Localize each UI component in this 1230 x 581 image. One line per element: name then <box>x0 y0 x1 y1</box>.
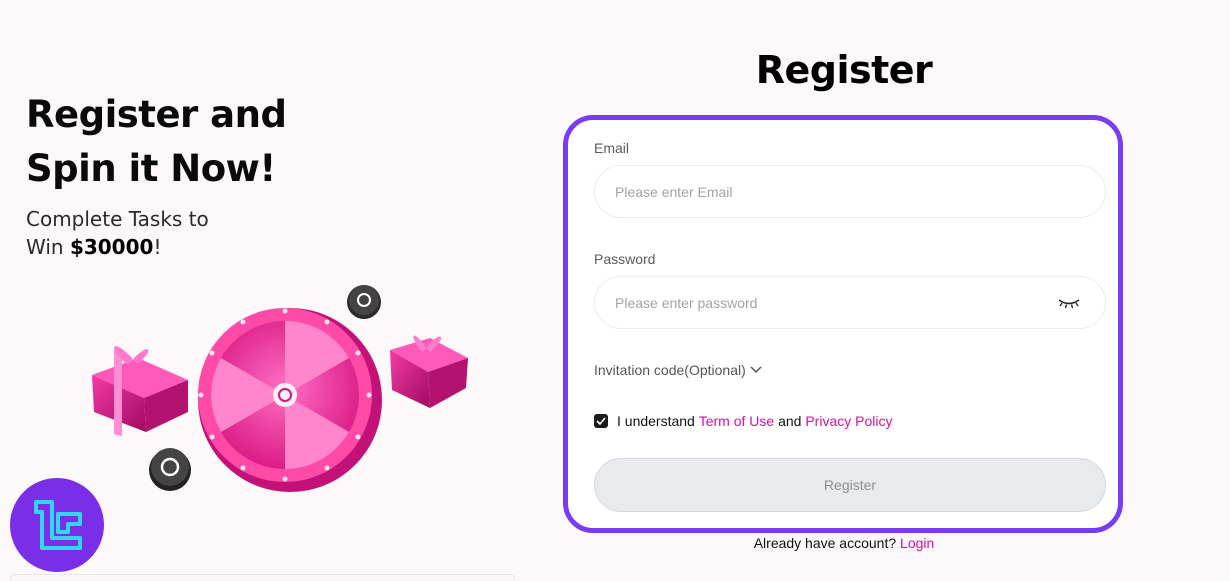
password-field-wrapper <box>594 276 1106 329</box>
password-label: Password <box>594 251 656 267</box>
agree-checkbox[interactable] <box>594 414 608 428</box>
email-label: Email <box>594 140 630 156</box>
have-account-text: Already have account? <box>753 535 901 551</box>
terms-link[interactable]: Term of Use <box>699 413 774 429</box>
and-text: and <box>774 413 806 429</box>
promo-title-line1: Register and <box>26 93 287 136</box>
gift-icon <box>92 346 188 437</box>
promo-title-line2: Spin it Now! <box>26 147 276 190</box>
promo-subtitle-line2: Win $30000! <box>26 235 162 259</box>
spin-wheel-icon <box>198 308 382 492</box>
invitation-code-toggle[interactable]: Invitation code(Optional) <box>594 362 762 378</box>
promo-subtitle: Complete Tasks to Win $30000! <box>26 205 286 261</box>
register-button[interactable]: Register <box>594 458 1106 512</box>
brand-logo-mark <box>34 500 82 550</box>
password-field[interactable] <box>615 277 1035 328</box>
chevron-down-icon <box>750 366 762 374</box>
check-icon <box>596 417 606 425</box>
login-link[interactable]: Login <box>900 535 934 551</box>
bottom-divider <box>10 574 515 581</box>
timer-icon <box>347 285 381 319</box>
register-form-card: Email Password Invitation code(Optional)… <box>563 115 1123 533</box>
email-field[interactable] <box>615 166 1035 217</box>
gift-icon <box>390 335 468 408</box>
promo-title: Register and Spin it Now! <box>26 88 326 196</box>
eye-closed-icon[interactable] <box>1057 295 1081 311</box>
agree-text: I understand <box>617 413 699 429</box>
prize-amount: $30000 <box>69 235 154 259</box>
page-title: Register <box>755 48 933 92</box>
login-row: Already have account? Login <box>565 535 1123 551</box>
invitation-code-label: Invitation code(Optional) <box>594 362 746 378</box>
timer-icon <box>149 448 191 491</box>
privacy-link[interactable]: Privacy Policy <box>805 413 892 429</box>
spin-wheel-illustration <box>92 285 468 492</box>
promo-subtitle-line1: Complete Tasks to <box>26 207 209 231</box>
email-field-wrapper <box>594 165 1106 218</box>
agreement-row: I understand Term of Use and Privacy Pol… <box>594 413 892 429</box>
brand-logo <box>10 478 104 572</box>
